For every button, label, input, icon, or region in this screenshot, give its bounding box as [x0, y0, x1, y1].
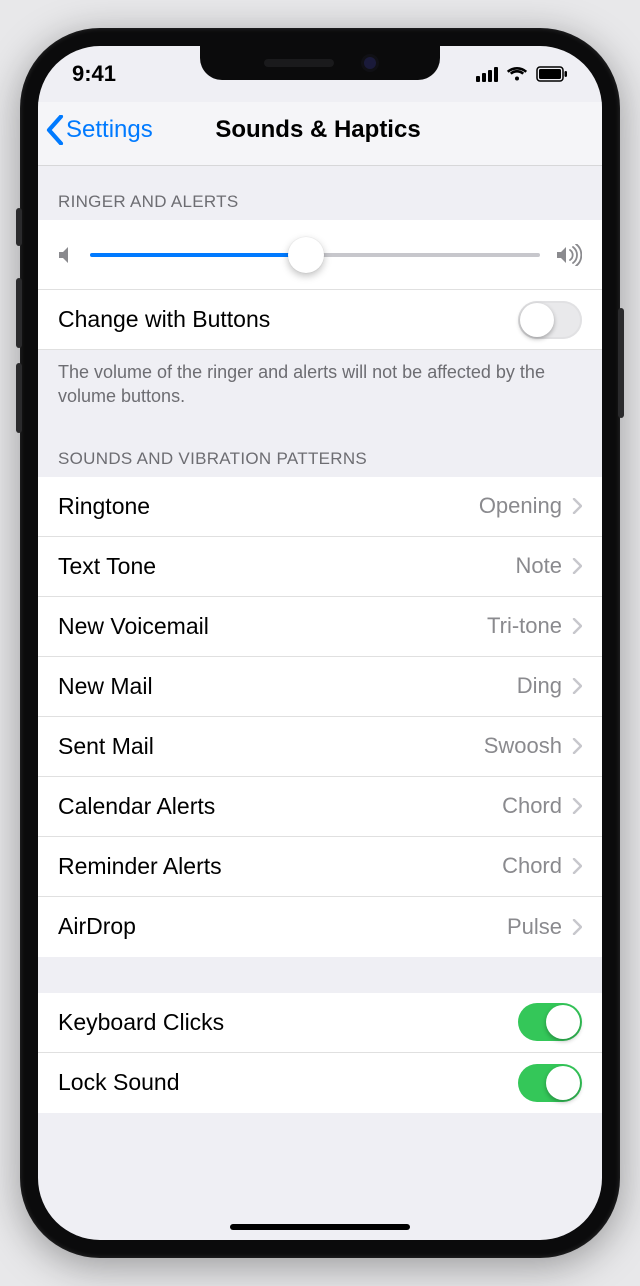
keyboard-clicks-label: Keyboard Clicks — [58, 1009, 224, 1036]
volume-low-icon — [58, 245, 74, 265]
volume-up-button — [16, 278, 22, 348]
sound-pattern-row[interactable]: New Voicemail Tri-tone — [38, 597, 602, 657]
chevron-left-icon — [46, 115, 64, 145]
sound-pattern-row[interactable]: Text Tone Note — [38, 537, 602, 597]
side-button — [618, 308, 624, 418]
sound-pattern-label: Reminder Alerts — [58, 853, 222, 880]
sound-pattern-label: Ringtone — [58, 493, 150, 520]
sound-pattern-value: Ding — [517, 673, 562, 699]
sound-pattern-label: Calendar Alerts — [58, 793, 215, 820]
sound-pattern-value: Pulse — [507, 914, 562, 940]
sound-pattern-row[interactable]: Sent Mail Swoosh — [38, 717, 602, 777]
sound-pattern-value: Swoosh — [484, 733, 562, 759]
sound-pattern-label: Text Tone — [58, 553, 156, 580]
keyboard-clicks-toggle[interactable] — [518, 1003, 582, 1041]
sound-pattern-value: Opening — [479, 493, 562, 519]
sound-pattern-label: AirDrop — [58, 913, 136, 940]
volume-down-button — [16, 363, 22, 433]
sound-pattern-label: New Mail — [58, 673, 153, 700]
chevron-right-icon — [572, 738, 582, 754]
chevron-right-icon — [572, 919, 582, 935]
sound-pattern-row[interactable]: AirDrop Pulse — [38, 897, 602, 957]
chevron-right-icon — [572, 618, 582, 634]
section-ringer: RINGER AND ALERTS Change with Buttons Th… — [38, 166, 602, 423]
change-with-buttons-cell[interactable]: Change with Buttons — [38, 290, 602, 350]
section-patterns: SOUNDS AND VIBRATION PATTERNS Ringtone Op… — [38, 423, 602, 957]
misc-group: Keyboard Clicks Lock Sound — [38, 993, 602, 1113]
chevron-right-icon — [572, 558, 582, 574]
slider-thumb[interactable] — [288, 237, 324, 273]
screen: 9:41 Settings Sounds & Haptics RINGER AN… — [38, 46, 602, 1240]
page-title: Sounds & Haptics — [215, 116, 420, 144]
sound-pattern-row[interactable]: New Mail Ding — [38, 657, 602, 717]
change-with-buttons-label: Change with Buttons — [58, 306, 270, 333]
sound-pattern-row[interactable]: Ringtone Opening — [38, 477, 602, 537]
phone-frame: 9:41 Settings Sounds & Haptics RINGER AN… — [20, 28, 620, 1258]
sound-pattern-row[interactable]: Reminder Alerts Chord — [38, 837, 602, 897]
chevron-right-icon — [572, 858, 582, 874]
lock-sound-label: Lock Sound — [58, 1069, 179, 1096]
lock-sound-toggle[interactable] — [518, 1064, 582, 1102]
battery-icon — [536, 66, 568, 82]
nav-bar: Settings Sounds & Haptics — [38, 102, 602, 166]
sound-pattern-value: Tri-tone — [487, 613, 562, 639]
home-indicator[interactable] — [230, 1224, 410, 1230]
patterns-group: Ringtone Opening Text Tone Note New Voicemai… — [38, 477, 602, 957]
sound-pattern-label: New Voicemail — [58, 613, 209, 640]
cellular-signal-icon — [476, 66, 498, 82]
keyboard-clicks-cell[interactable]: Keyboard Clicks — [38, 993, 602, 1053]
ringer-volume-slider-cell — [38, 220, 602, 290]
wifi-icon — [506, 66, 528, 82]
sound-pattern-label: Sent Mail — [58, 733, 154, 760]
sound-pattern-row[interactable]: Calendar Alerts Chord — [38, 777, 602, 837]
back-label: Settings — [66, 116, 153, 144]
back-button[interactable]: Settings — [46, 115, 153, 145]
notch — [200, 46, 440, 80]
volume-high-icon — [556, 244, 582, 266]
section-header-patterns: SOUNDS AND VIBRATION PATTERNS — [38, 423, 602, 477]
ring-silent-switch — [16, 208, 22, 246]
change-with-buttons-toggle[interactable] — [518, 301, 582, 339]
ringer-footer-note: The volume of the ringer and alerts will… — [38, 350, 602, 423]
sound-pattern-value: Chord — [502, 793, 562, 819]
chevron-right-icon — [572, 798, 582, 814]
chevron-right-icon — [572, 498, 582, 514]
lock-sound-cell[interactable]: Lock Sound — [38, 1053, 602, 1113]
ringer-volume-slider[interactable] — [90, 253, 540, 257]
status-time: 9:41 — [72, 61, 116, 87]
sound-pattern-value: Chord — [502, 853, 562, 879]
section-header-ringer: RINGER AND ALERTS — [38, 166, 602, 220]
chevron-right-icon — [572, 678, 582, 694]
sound-pattern-value: Note — [516, 553, 562, 579]
